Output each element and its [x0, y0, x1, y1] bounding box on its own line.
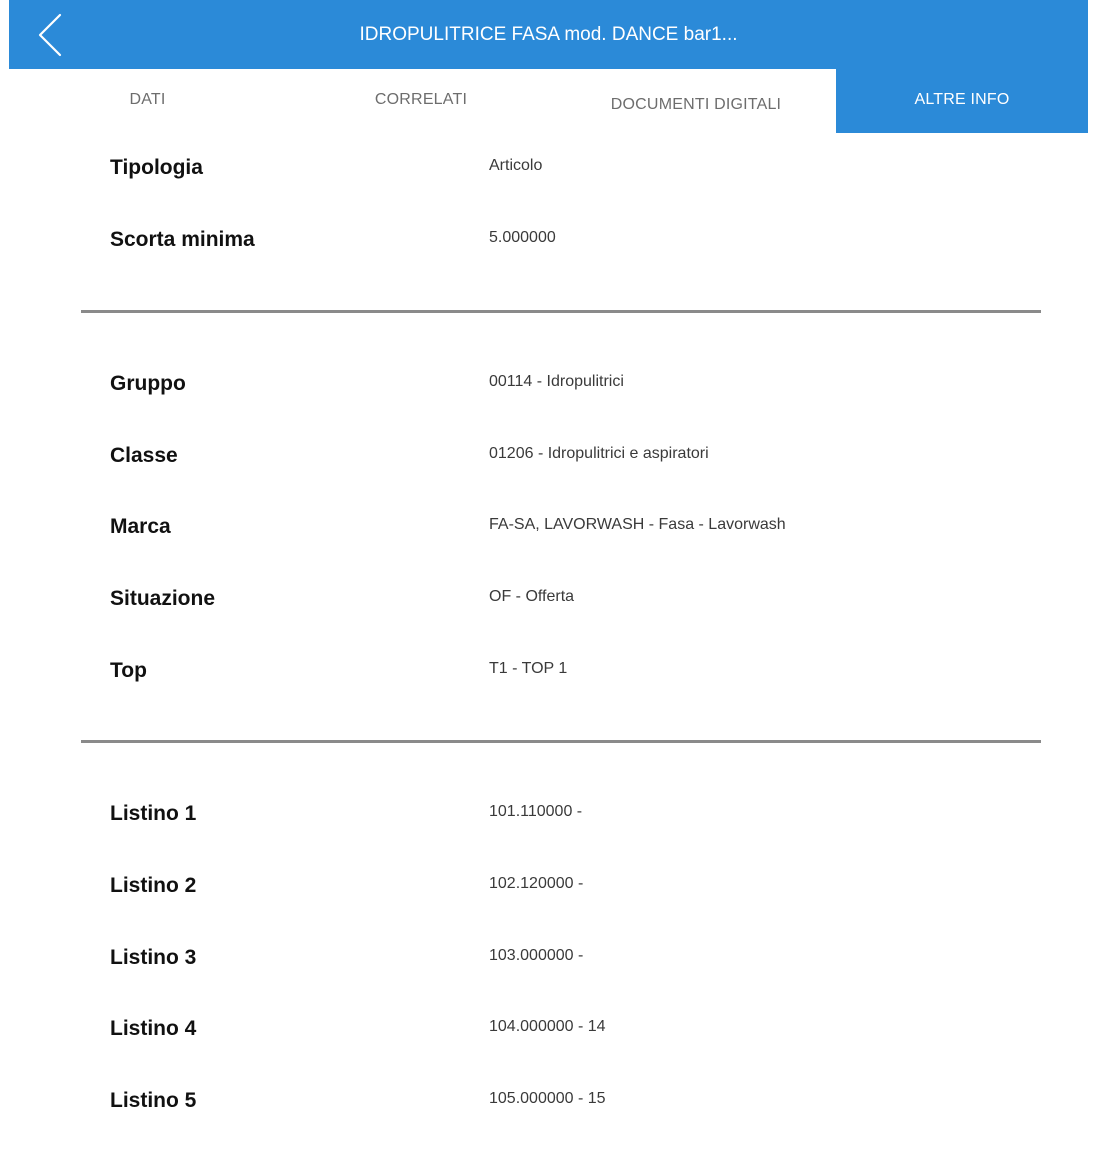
field-value: T1 - TOP 1: [489, 660, 568, 677]
field-label: Listino 1: [110, 802, 197, 825]
tab-correlati[interactable]: CORRELATI: [286, 69, 556, 133]
field-value: 101.110000 -: [489, 803, 583, 820]
field-label: Top: [110, 659, 147, 682]
field-value: Articolo: [489, 157, 543, 174]
field-label: Marca: [110, 515, 171, 538]
field-label: Classe: [110, 444, 178, 467]
field-label: Tipologia: [110, 156, 203, 179]
field-value: FA-SA, LAVORWASH - Fasa - Lavorwash: [489, 516, 786, 533]
tab-dati[interactable]: DATI: [9, 69, 286, 133]
tab-label: CORRELATI: [374, 91, 468, 108]
page-title: IDROPULITRICE FASA mod. DANCE bar1...: [359, 24, 738, 45]
section-divider: [81, 740, 1041, 743]
chevron-left-icon: [38, 13, 62, 57]
back-button[interactable]: [33, 12, 73, 58]
field-value: 105.000000 - 15: [489, 1090, 606, 1107]
field-label: Gruppo: [110, 372, 186, 395]
field-label: Listino 5: [110, 1089, 197, 1112]
tab-label: DATI: [129, 91, 166, 108]
field-label: Listino 3: [110, 946, 197, 969]
field-value: 5.000000: [489, 229, 556, 246]
tab-label: ALTRE INFO: [914, 91, 1010, 108]
field-label: Situazione: [110, 587, 216, 610]
tab-documenti-digitali[interactable]: DOCUMENTI DIGITALI: [556, 69, 836, 133]
tab-altre-info[interactable]: ALTRE INFO: [836, 69, 1088, 133]
field-value: 01206 - Idropulitrici e aspiratori: [489, 445, 709, 462]
field-label: Listino 4: [110, 1017, 197, 1040]
field-value: 103.000000 -: [489, 947, 584, 964]
field-label: Listino 2: [110, 874, 197, 897]
section-divider: [81, 310, 1041, 313]
field-value: 102.120000 -: [489, 875, 584, 892]
field-value: 00114 - Idropulitrici: [489, 373, 624, 390]
tab-bar: DATI CORRELATI DOCUMENTI DIGITALI ALTRE …: [9, 69, 1088, 133]
tab-label: DOCUMENTI DIGITALI: [610, 96, 782, 113]
top-navigation-bar: IDROPULITRICE FASA mod. DANCE bar1...: [9, 0, 1088, 69]
field-value: OF - Offerta: [489, 588, 575, 605]
field-value: 104.000000 - 14: [489, 1018, 606, 1035]
field-label: Scorta minima: [110, 228, 255, 251]
